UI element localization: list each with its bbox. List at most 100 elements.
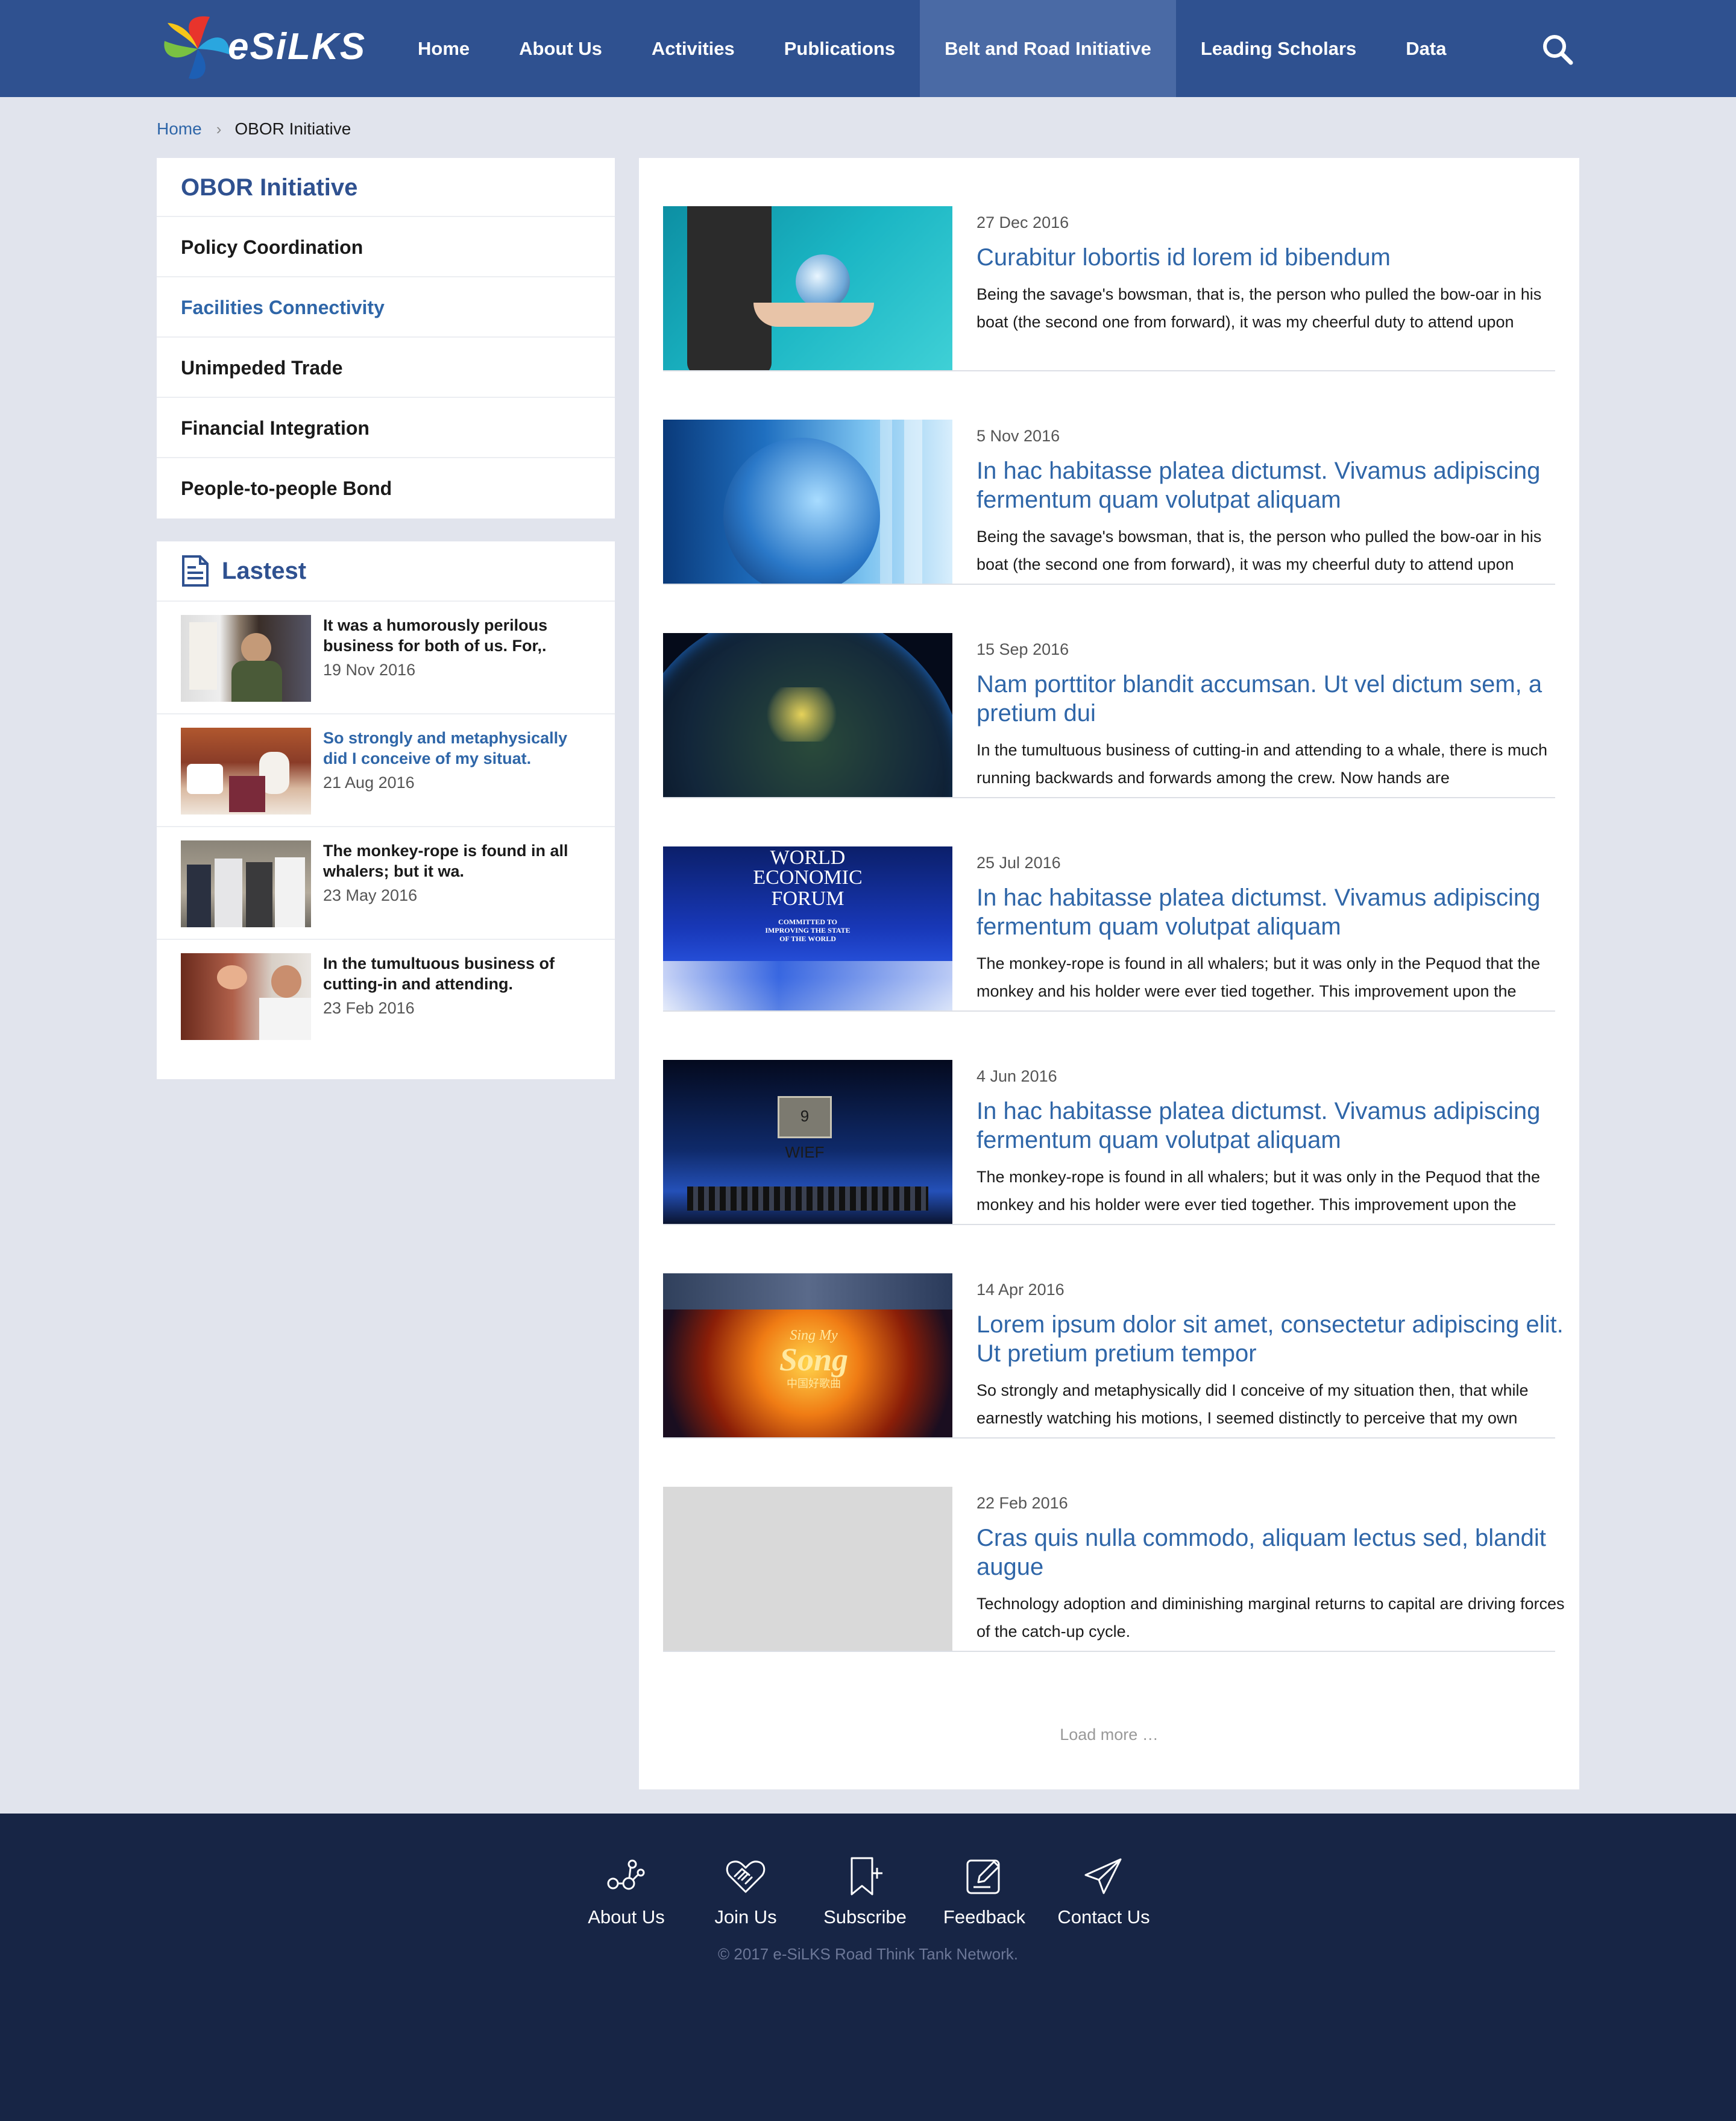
load-more-button[interactable]: Load more … bbox=[639, 1725, 1579, 1744]
article-date: 4 Jun 2016 bbox=[976, 1067, 1057, 1085]
article-date: 25 Jul 2016 bbox=[976, 854, 1061, 872]
main-nav: Home About Us Activities Publications Be… bbox=[393, 0, 1471, 97]
article-item[interactable]: 22 Feb 2016 Cras quis nulla commodo, ali… bbox=[663, 1439, 1565, 1652]
article-thumbnail-placeholder bbox=[663, 1487, 952, 1651]
edit-icon bbox=[966, 1859, 1000, 1894]
article-list: 27 Dec 2016 Curabitur lobortis id lorem … bbox=[639, 158, 1579, 1789]
logo-pinwheel-icon bbox=[164, 16, 230, 79]
article-title[interactable]: In hac habitasse platea dictumst. Vivamu… bbox=[976, 456, 1567, 514]
latest-thumbnail bbox=[181, 728, 311, 815]
site-logo[interactable]: eSiLKS bbox=[156, 11, 365, 87]
article-excerpt: Being the savage's bowsman, that is, the… bbox=[976, 285, 1542, 331]
nav-publications[interactable]: Publications bbox=[760, 0, 920, 97]
latest-item-date: 21 Aug 2016 bbox=[323, 774, 415, 792]
article-thumbnail bbox=[663, 206, 952, 370]
latest-item[interactable]: It was a humorously perilous business fo… bbox=[157, 602, 615, 714]
article-title[interactable]: In hac habitasse platea dictumst. Vivamu… bbox=[976, 883, 1567, 941]
sidebar-item-unimpeded-trade[interactable]: Unimpeded Trade bbox=[157, 338, 615, 398]
wef-image-text: IMPROVING THE STATE bbox=[765, 926, 851, 934]
paper-plane-icon bbox=[1084, 1858, 1122, 1894]
article-excerpt: The monkey-rope is found in all whalers;… bbox=[976, 954, 1541, 1000]
wef-image-text: ECONOMIC bbox=[753, 866, 863, 889]
footer-feedback[interactable]: Feedback bbox=[925, 1855, 1044, 1928]
article-excerpt: So strongly and metaphysically did I con… bbox=[976, 1381, 1529, 1427]
bookmark-plus-icon bbox=[851, 1857, 882, 1896]
article-item[interactable]: WORLD ECONOMIC FORUM COMMITTED TO IMPROV… bbox=[663, 798, 1555, 1012]
site-footer: About Us Join Us Subscribe Feedback Cont… bbox=[0, 1814, 1736, 2121]
latest-item-title: It was a humorously perilous business fo… bbox=[323, 616, 548, 655]
footer-about-us[interactable]: About Us bbox=[567, 1855, 686, 1928]
breadcrumb-home-link[interactable]: Home bbox=[157, 119, 202, 139]
handshake-heart-icon bbox=[726, 1861, 766, 1893]
article-title[interactable]: Cras quis nulla commodo, aliquam lectus … bbox=[976, 1524, 1567, 1581]
article-excerpt: Technology adoption and diminishing marg… bbox=[976, 1595, 1565, 1640]
latest-thumbnail bbox=[181, 840, 311, 927]
article-item[interactable]: 9 WIEF 4 Jun 2016 In hac habitasse plate… bbox=[663, 1012, 1555, 1225]
latest-item[interactable]: In the tumultuous business of cutting-in… bbox=[157, 940, 615, 1053]
song-image-text: Song bbox=[779, 1341, 849, 1378]
footer-contact-us[interactable]: Contact Us bbox=[1044, 1855, 1163, 1928]
latest-item-title: The monkey-rope is found in all whalers;… bbox=[323, 842, 568, 880]
latest-item-date: 23 May 2016 bbox=[323, 886, 418, 904]
footer-join-us[interactable]: Join Us bbox=[686, 1855, 805, 1928]
latest-item[interactable]: So strongly and metaphysically did I con… bbox=[157, 714, 615, 827]
nav-belt-and-road[interactable]: Belt and Road Initiative bbox=[920, 0, 1176, 97]
network-icon bbox=[607, 1859, 645, 1890]
article-item[interactable]: 5 Nov 2016 In hac habitasse platea dictu… bbox=[663, 371, 1555, 585]
logo-text: eSiLKS bbox=[228, 26, 366, 68]
article-title[interactable]: Nam porttitor blandit accumsan. Ut vel d… bbox=[976, 670, 1567, 728]
site-header: eSiLKS Home About Us Activities Publicat… bbox=[0, 0, 1736, 97]
article-date: 22 Feb 2016 bbox=[976, 1494, 1068, 1512]
sidebar-item-financial-integration[interactable]: Financial Integration bbox=[157, 398, 615, 458]
footer-link-label: Join Us bbox=[714, 1906, 777, 1927]
article-excerpt: Being the savage's bowsman, that is, the… bbox=[976, 528, 1542, 573]
wef-image-text: WORLD bbox=[770, 846, 846, 869]
nav-home[interactable]: Home bbox=[393, 0, 494, 97]
sidebar-title: OBOR Initiative bbox=[157, 158, 615, 217]
copyright-text: © 2017 e-SiLKS Road Think Tank Network. bbox=[717, 1945, 1018, 1963]
article-item[interactable]: 15 Sep 2016 Nam porttitor blandit accums… bbox=[663, 585, 1555, 798]
footer-links: About Us Join Us Subscribe Feedback Cont… bbox=[567, 1855, 1163, 1928]
article-title[interactable]: Lorem ipsum dolor sit amet, consectetur … bbox=[976, 1310, 1567, 1368]
latest-thumbnail bbox=[181, 615, 311, 702]
document-icon bbox=[182, 555, 209, 587]
sidebar-item-policy-coordination[interactable]: Policy Coordination bbox=[157, 217, 615, 277]
latest-title: Lastest bbox=[222, 557, 307, 584]
article-date: 5 Nov 2016 bbox=[976, 427, 1060, 445]
article-thumbnail bbox=[663, 420, 952, 584]
latest-item[interactable]: The monkey-rope is found in all whalers;… bbox=[157, 827, 615, 940]
sidebar-menu: OBOR Initiative Policy Coordination Faci… bbox=[157, 158, 615, 518]
nav-data[interactable]: Data bbox=[1381, 0, 1471, 97]
article-excerpt: In the tumultuous business of cutting-in… bbox=[976, 741, 1548, 787]
sidebar-item-people-to-people-bond[interactable]: People-to-people Bond bbox=[157, 458, 615, 518]
latest-item-date: 23 Feb 2016 bbox=[323, 999, 415, 1017]
article-thumbnail: 9 WIEF bbox=[663, 1060, 952, 1224]
wief-image-text: 9 WIEF bbox=[778, 1096, 832, 1161]
footer-link-label: Contact Us bbox=[1057, 1906, 1150, 1927]
article-date: 15 Sep 2016 bbox=[976, 640, 1069, 658]
latest-item-title: In the tumultuous business of cutting-in… bbox=[323, 954, 555, 993]
article-thumbnail bbox=[663, 633, 952, 797]
article-item[interactable]: Sing My Song 中国好歌曲 14 Apr 2016 Lorem ips… bbox=[663, 1225, 1564, 1439]
latest-thumbnail bbox=[181, 953, 311, 1040]
nav-about-us[interactable]: About Us bbox=[494, 0, 627, 97]
article-excerpt: The monkey-rope is found in all whalers;… bbox=[976, 1168, 1541, 1214]
article-date: 14 Apr 2016 bbox=[976, 1281, 1065, 1299]
footer-subscribe[interactable]: Subscribe bbox=[805, 1855, 925, 1928]
footer-link-label: Subscribe bbox=[823, 1906, 907, 1927]
wef-image-text: OF THE WORLD bbox=[779, 934, 836, 943]
nav-activities[interactable]: Activities bbox=[627, 0, 760, 97]
breadcrumb-current: OBOR Initiative bbox=[234, 119, 351, 138]
latest-item-date: 19 Nov 2016 bbox=[323, 661, 416, 679]
search-button[interactable] bbox=[1541, 33, 1574, 66]
sidebar-item-facilities-connectivity[interactable]: Facilities Connectivity bbox=[157, 277, 615, 338]
article-date: 27 Dec 2016 bbox=[976, 213, 1069, 232]
article-title[interactable]: In hac habitasse platea dictumst. Vivamu… bbox=[976, 1097, 1567, 1155]
wef-image-text: FORUM bbox=[771, 887, 844, 910]
article-title[interactable]: Curabitur lobortis id lorem id bibendum bbox=[976, 243, 1567, 272]
latest-header: Lastest bbox=[157, 541, 615, 602]
search-icon bbox=[1543, 35, 1573, 65]
article-item[interactable]: 27 Dec 2016 Curabitur lobortis id lorem … bbox=[663, 158, 1555, 371]
wef-image-text: COMMITTED TO bbox=[778, 918, 837, 926]
nav-leading-scholars[interactable]: Leading Scholars bbox=[1176, 0, 1381, 97]
